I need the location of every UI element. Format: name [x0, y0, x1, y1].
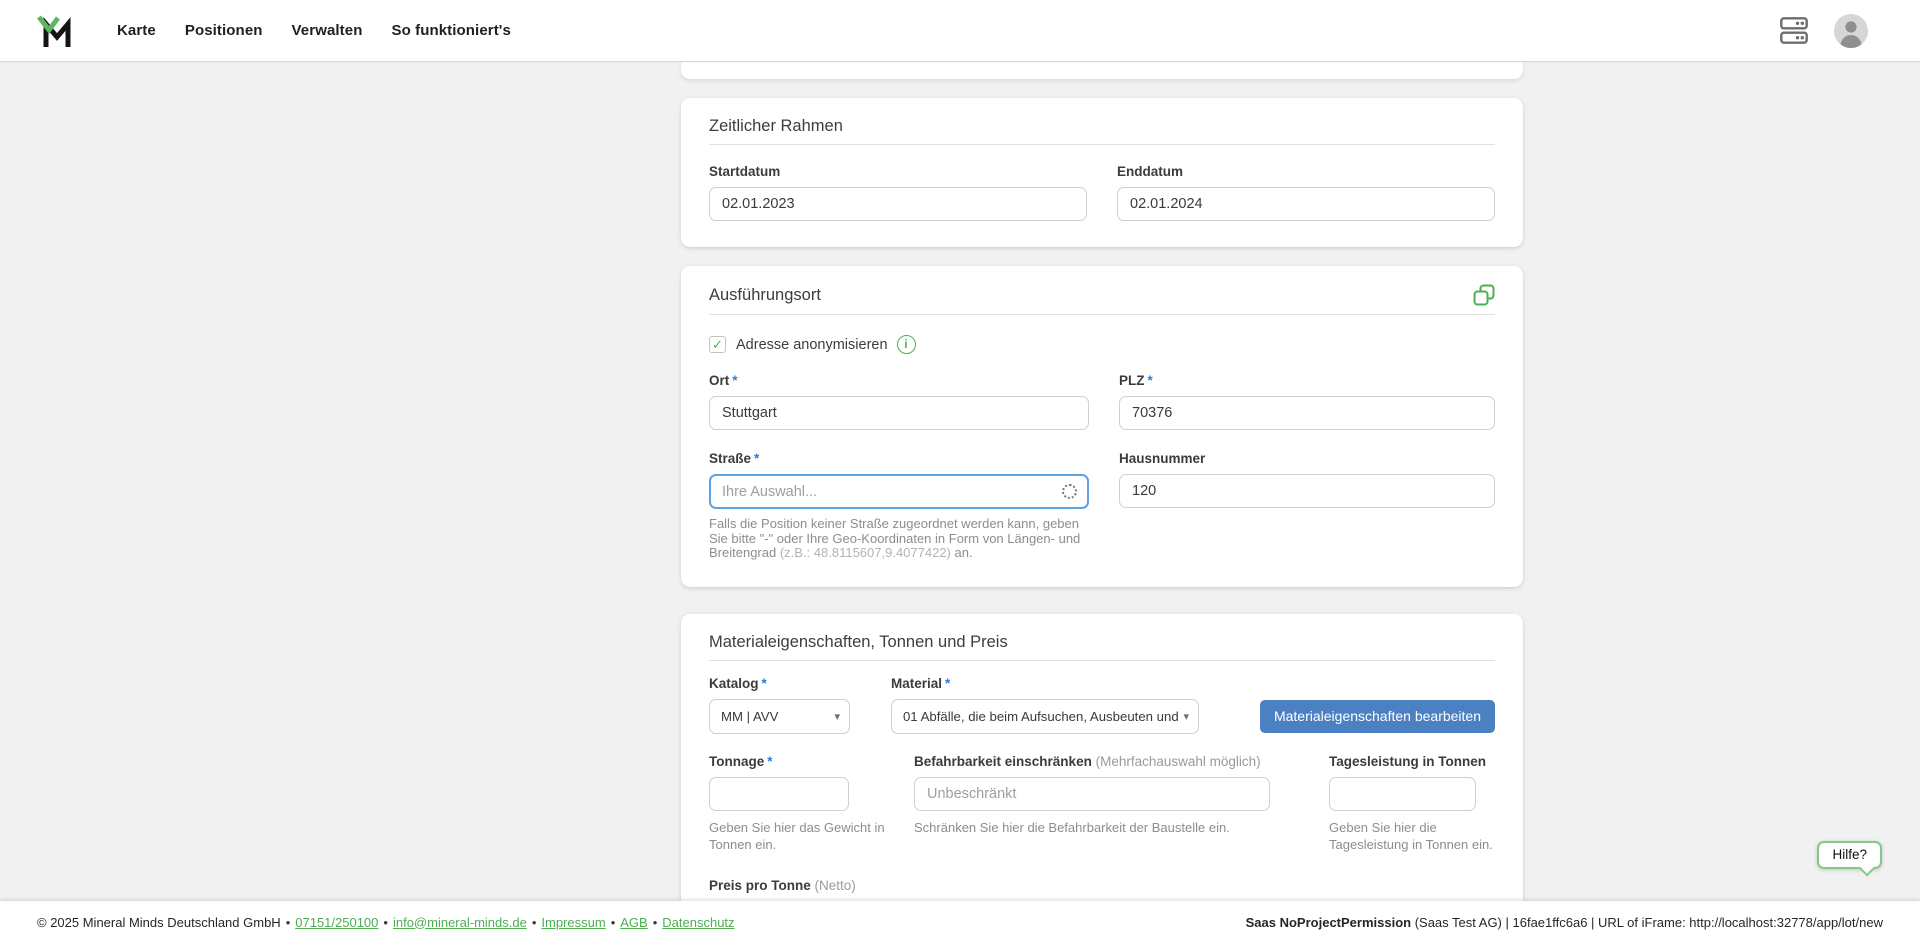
- required-asterisk: *: [762, 676, 767, 691]
- strasse-input[interactable]: [722, 484, 1062, 500]
- info-icon[interactable]: i: [897, 335, 916, 354]
- section-title-ausfuehrungsort: Ausführungsort: [709, 285, 821, 305]
- checkmark-icon: ✓: [712, 338, 723, 351]
- material-field: Material* 01 Abfälle, die beim Aufsuchen…: [891, 675, 1199, 734]
- footer-link-datenschutz[interactable]: Datenschutz: [662, 915, 734, 930]
- strasse-field: Straße* Falls die Position keiner Straße…: [709, 450, 1089, 561]
- hausnummer-input[interactable]: [1119, 474, 1495, 508]
- section-zeitlicher-rahmen: Zeitlicher Rahmen Startdatum Enddatum: [681, 98, 1523, 247]
- section-divider: [709, 660, 1495, 661]
- loading-spinner-icon: [1062, 484, 1077, 499]
- section-ausfuehrungsort: Ausführungsort ✓ Adresse anonymisieren i…: [681, 266, 1523, 587]
- separator-dot: •: [532, 915, 537, 930]
- form-column: Zeitlicher Rahmen Startdatum Enddatum Au…: [681, 61, 1523, 943]
- footer-link-phone[interactable]: 07151/250100: [295, 915, 378, 930]
- befahrbarkeit-hint: Schränken Sie hier die Befahrbarkeit der…: [914, 819, 1244, 836]
- hausnummer-label: Hausnummer: [1119, 450, 1495, 467]
- hausnummer-field: Hausnummer: [1119, 450, 1495, 561]
- plz-field: PLZ*: [1119, 372, 1495, 430]
- separator-dot: •: [653, 915, 658, 930]
- befahrbarkeit-field: Befahrbarkeit einschränken (Mehrfachausw…: [914, 753, 1270, 836]
- enddatum-input[interactable]: [1117, 187, 1495, 221]
- copyright-text: © 2025 Mineral Minds Deutschland GmbH: [37, 915, 281, 930]
- footer-link-email[interactable]: info@mineral-minds.de: [393, 915, 527, 930]
- required-asterisk: *: [1148, 373, 1153, 388]
- chevron-down-icon: ▾: [1183, 710, 1189, 723]
- server-stack-icon: [1780, 17, 1808, 44]
- copy-icon[interactable]: [1473, 284, 1495, 306]
- previous-section-card-bottom: [681, 61, 1523, 79]
- main-nav: Karte Positionen Verwalten So funktionie…: [117, 22, 511, 39]
- ort-input[interactable]: [709, 396, 1089, 430]
- chevron-down-icon: ▾: [834, 710, 840, 723]
- person-icon: [1834, 14, 1868, 48]
- anonymize-row: ✓ Adresse anonymisieren i: [709, 335, 1495, 354]
- footer-bar: © 2025 Mineral Minds Deutschland GmbH • …: [0, 901, 1920, 943]
- tagesleistung-label: Tagesleistung in Tonnen: [1329, 753, 1476, 770]
- ort-field: Ort*: [709, 372, 1089, 430]
- separator-dot: •: [383, 915, 388, 930]
- tonnage-label: Tonnage*: [709, 753, 849, 770]
- separator-dot: •: [286, 915, 291, 930]
- server-stack-button[interactable]: [1780, 17, 1808, 44]
- enddatum-label: Enddatum: [1117, 163, 1495, 180]
- nav-item-positionen[interactable]: Positionen: [185, 22, 263, 39]
- preis-label: Preis pro Tonne (Netto): [709, 877, 1495, 894]
- material-label: Material*: [891, 675, 1199, 692]
- footer-link-impressum[interactable]: Impressum: [541, 915, 605, 930]
- brand-logo[interactable]: [37, 14, 73, 48]
- startdatum-field: Startdatum: [709, 163, 1087, 221]
- environment-info: Saas NoProjectPermission (Saas Test AG) …: [1246, 915, 1883, 930]
- strasse-label: Straße*: [709, 450, 1089, 467]
- befahrbarkeit-input[interactable]: [914, 777, 1270, 811]
- separator-dot: •: [611, 915, 616, 930]
- required-asterisk: *: [754, 451, 759, 466]
- katalog-select[interactable]: MM | AVV ▾: [709, 699, 850, 734]
- befahrbarkeit-label: Befahrbarkeit einschränken (Mehrfachausw…: [914, 753, 1270, 770]
- tagesleistung-hint: Geben Sie hier die Tagesleistung in Tonn…: [1329, 819, 1504, 853]
- enddatum-field: Enddatum: [1117, 163, 1495, 221]
- footer-link-agb[interactable]: AGB: [620, 915, 647, 930]
- required-asterisk: *: [732, 373, 737, 388]
- required-asterisk: *: [767, 754, 772, 769]
- strasse-hint: Falls die Position keiner Straße zugeord…: [709, 517, 1089, 561]
- nav-item-karte[interactable]: Karte: [117, 22, 156, 39]
- section-divider: [709, 314, 1495, 315]
- anonymize-checkbox[interactable]: ✓: [709, 336, 726, 353]
- startdatum-label: Startdatum: [709, 163, 1087, 180]
- katalog-label: Katalog*: [709, 675, 850, 692]
- material-select[interactable]: 01 Abfälle, die beim Aufsuchen, Ausbeute…: [891, 699, 1199, 734]
- section-materialeigenschaften: Materialeigenschaften, Tonnen und Preis …: [681, 614, 1523, 943]
- tonnage-hint: Geben Sie hier das Gewicht in Tonnen ein…: [709, 819, 887, 853]
- katalog-field: Katalog* MM | AVV ▾: [709, 675, 850, 734]
- section-title-materialeigenschaften: Materialeigenschaften, Tonnen und Preis: [709, 632, 1495, 652]
- edit-material-properties-button[interactable]: Materialeigenschaften bearbeiten: [1260, 700, 1495, 733]
- section-title-zeitlicher-rahmen: Zeitlicher Rahmen: [709, 116, 1495, 136]
- user-avatar-button[interactable]: [1834, 14, 1868, 48]
- help-button[interactable]: Hilfe?: [1817, 841, 1882, 869]
- tagesleistung-input[interactable]: [1329, 777, 1476, 811]
- plz-input[interactable]: [1119, 396, 1495, 430]
- app-root: Karte Positionen Verwalten So funktionie…: [0, 0, 1920, 943]
- ort-label: Ort*: [709, 372, 1089, 389]
- section-divider: [709, 144, 1495, 145]
- startdatum-input[interactable]: [709, 187, 1087, 221]
- tonnage-field: Tonnage* Geben Sie hier das Gewicht in T…: [709, 753, 849, 853]
- nav-item-so-funktionierts[interactable]: So funktioniert's: [391, 22, 510, 39]
- environment-details: (Saas Test AG) | 16fae1ffc6a6 | URL of i…: [1411, 915, 1883, 930]
- required-asterisk: *: [945, 676, 950, 691]
- plz-label: PLZ*: [1119, 372, 1495, 389]
- footer-left: © 2025 Mineral Minds Deutschland GmbH • …: [37, 915, 735, 930]
- anonymize-label: Adresse anonymisieren: [736, 337, 888, 353]
- tonnage-input[interactable]: [709, 777, 849, 811]
- top-nav-bar: Karte Positionen Verwalten So funktionie…: [0, 0, 1920, 61]
- tagesleistung-field: Tagesleistung in Tonnen Geben Sie hier d…: [1329, 753, 1476, 853]
- strasse-input-wrapper: [709, 474, 1089, 509]
- environment-name: Saas NoProjectPermission: [1246, 915, 1411, 930]
- nav-item-verwalten[interactable]: Verwalten: [292, 22, 363, 39]
